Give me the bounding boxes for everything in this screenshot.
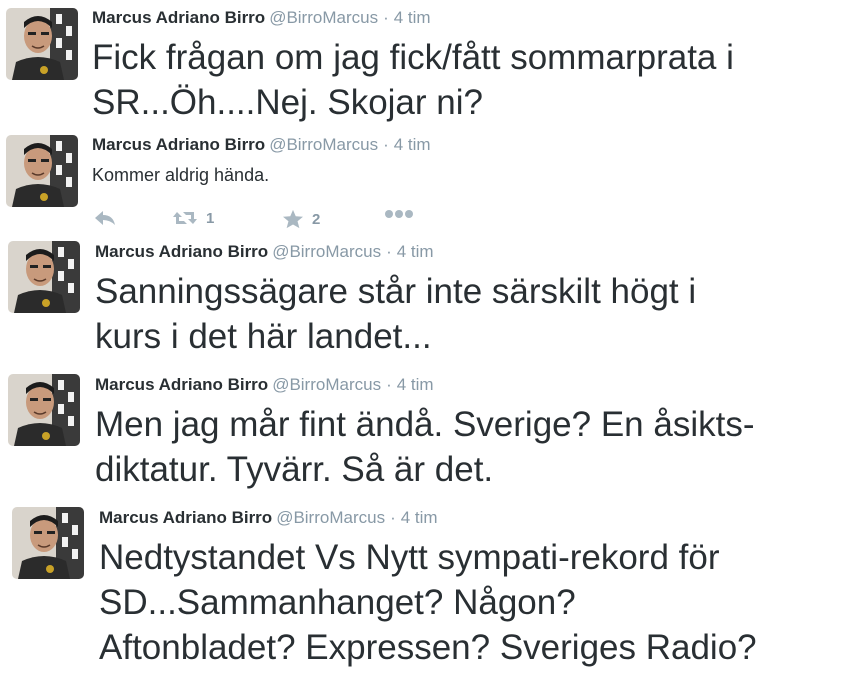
tweet-text-line: Men jag mår fint ändå. Sverige? En åsikt… (95, 405, 755, 444)
tweet-text: Kommer aldrig hända. (92, 164, 269, 186)
reply-button[interactable] (94, 209, 116, 227)
separator: · (390, 508, 396, 527)
timestamp[interactable]: 4 tim (397, 375, 434, 394)
tweet-text-line: SD...Sammanhanget? Någon? (99, 583, 576, 622)
timestamp[interactable]: 4 tim (401, 508, 438, 527)
tweet-text: Sanningssägare står inte särskilt högt i… (95, 269, 696, 359)
separator: · (383, 135, 389, 154)
author-handle[interactable]: @BirroMarcus (272, 375, 381, 394)
retweet-count: 1 (206, 209, 215, 227)
tweet-header: Marcus Adriano Birro @BirroMarcus · 4 tim (95, 375, 434, 395)
tweet-text-line: Kommer aldrig hända. (92, 165, 270, 185)
timestamp[interactable]: 4 tim (394, 8, 431, 27)
author-handle[interactable]: @BirroMarcus (269, 8, 378, 27)
avatar[interactable] (8, 374, 80, 446)
author-name[interactable]: Marcus Adriano Birro (92, 135, 265, 154)
avatar[interactable] (6, 8, 78, 80)
favorite-count: 2 (312, 210, 321, 228)
author-handle[interactable]: @BirroMarcus (276, 508, 385, 527)
author-handle[interactable]: @BirroMarcus (269, 135, 378, 154)
timestamp[interactable]: 4 tim (397, 242, 434, 261)
tweet-text: Fick frågan om jag fick/fått sommarprata… (92, 35, 734, 125)
tweet-text: Nedtystandet Vs Nytt sympati-rekord för … (99, 535, 757, 670)
avatar[interactable] (12, 507, 84, 579)
tweet-text-line: Fick frågan om jag fick/fått sommarprata… (92, 38, 734, 77)
tweet-text-line: Aftonbladet? Expressen? Sveriges Radio? (99, 628, 757, 667)
tweet-text-line: kurs i det här landet... (95, 317, 432, 356)
author-name[interactable]: Marcus Adriano Birro (99, 508, 272, 527)
tweet-actions: 1 2 (92, 209, 422, 233)
favorite-button[interactable]: 2 (282, 209, 320, 229)
tweet-header: Marcus Adriano Birro @BirroMarcus · 4 tim (99, 508, 438, 528)
author-handle[interactable]: @BirroMarcus (272, 242, 381, 261)
tweet-header: Marcus Adriano Birro @BirroMarcus · 4 tim (92, 8, 431, 28)
tweet-text-line: Sanningssägare står inte särskilt högt i (95, 272, 697, 311)
reply-icon (95, 211, 115, 225)
tweet-text-line: diktatur. Tyvärr. Så är det. (95, 450, 494, 489)
author-name[interactable]: Marcus Adriano Birro (95, 375, 268, 394)
tweet-text-line: Nedtystandet Vs Nytt sympati-rekord för (99, 538, 720, 577)
timestamp[interactable]: 4 tim (394, 135, 431, 154)
tweet-header: Marcus Adriano Birro @BirroMarcus · 4 tim (92, 135, 431, 155)
more-icon (385, 210, 413, 218)
separator: · (383, 8, 389, 27)
tweet-header: Marcus Adriano Birro @BirroMarcus · 4 tim (95, 242, 434, 262)
avatar[interactable] (6, 135, 78, 207)
retweet-icon (173, 212, 197, 224)
tweet-text: Men jag mår fint ändå. Sverige? En åsikt… (95, 402, 754, 492)
more-button[interactable] (384, 209, 414, 219)
author-name[interactable]: Marcus Adriano Birro (92, 8, 265, 27)
author-name[interactable]: Marcus Adriano Birro (95, 242, 268, 261)
tweet-text-line: SR...Öh....Nej. Skojar ni? (92, 83, 483, 122)
separator: · (386, 375, 392, 394)
retweet-button[interactable]: 1 (172, 209, 214, 227)
separator: · (386, 242, 392, 261)
star-icon (283, 209, 303, 229)
avatar[interactable] (8, 241, 80, 313)
